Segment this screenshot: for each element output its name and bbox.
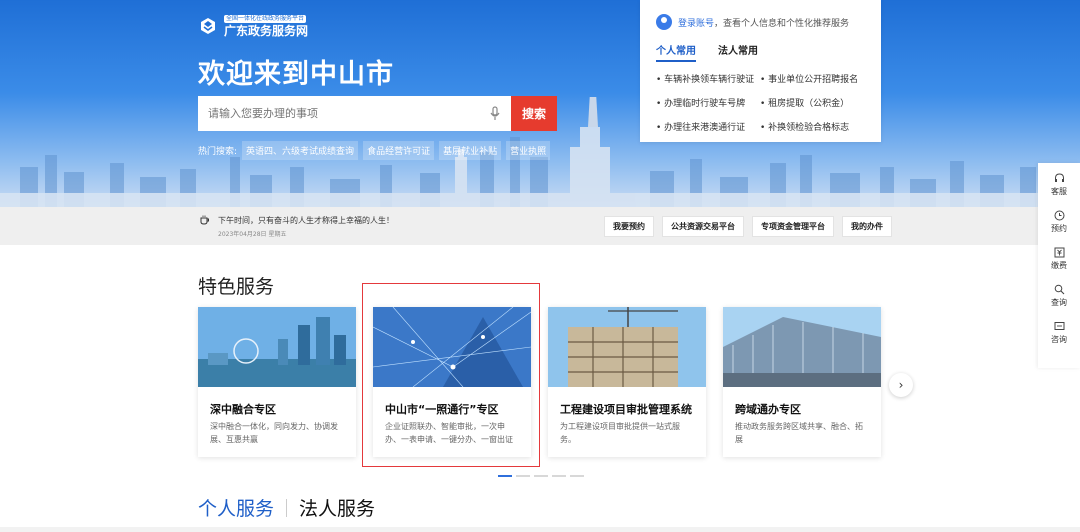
sidebar-query[interactable]: 查询 [1051, 284, 1067, 308]
carousel-pagination [498, 475, 584, 477]
fund-management-link[interactable]: 专项资金管理平台 [752, 216, 834, 237]
quick-link[interactable]: 事业单位公开招聘报名 [760, 72, 860, 85]
tab-divider [286, 498, 288, 517]
quick-link[interactable]: 车辆补换领车辆行驶证 [656, 72, 760, 85]
my-cases-link[interactable]: 我的办件 [842, 216, 892, 237]
sidebar-payment[interactable]: 缴费 [1051, 247, 1067, 271]
hot-tag[interactable]: 营业执照 [506, 141, 551, 160]
welcome-title: 欢迎来到中山市 [198, 59, 394, 90]
notice-bar: 下午时间，只有奋斗的人生才称得上幸福的人生！ 2023年04月28日 星期五 [0, 207, 1080, 245]
tab-corporate-services[interactable]: 法人服务 [299, 494, 375, 521]
right-sidebar: 客服 预约 缴费 查询 咨询 [1038, 163, 1080, 368]
tab-personal-services[interactable]: 个人服务 [198, 494, 274, 521]
card-title: 深中融合专区 [210, 403, 276, 416]
quick-links: 车辆补换领车辆行驶证 事业单位公开招聘报名 办理临时行驶车号牌 租房提取（公积金… [656, 72, 865, 133]
construction-site-image [548, 307, 706, 387]
hot-tag[interactable]: 食品经营许可证 [363, 141, 435, 160]
hot-searches-label: 热门搜索: [198, 147, 238, 157]
tab-personal-common[interactable]: 个人常用 [656, 42, 696, 62]
logo-emblem-icon [201, 18, 215, 34]
chevron-right-icon: › [898, 378, 904, 392]
message-icon [1054, 322, 1064, 330]
sidebar-label: 预约 [1051, 224, 1067, 233]
sidebar-consult[interactable]: 咨询 [1051, 321, 1067, 345]
card-description: 为工程建设项目审批提供一站式服务。 [560, 422, 680, 444]
sidebar-customer-service[interactable]: 客服 [1051, 173, 1067, 197]
search-box [198, 96, 511, 131]
sidebar-label: 咨询 [1051, 335, 1067, 344]
coffee-icon [200, 215, 209, 225]
hero-banner: 全国一体化在线政务服务平台 广东政务服务网 欢迎来到中山市 搜索 热门搜索: 英… [0, 0, 1080, 207]
logo-tagline: 全国一体化在线政务服务平台 [224, 15, 307, 23]
search-bar: 搜索 [198, 96, 557, 131]
logo-name: 广东政务服务网 [224, 24, 309, 38]
login-link[interactable]: 登录账号 [678, 19, 714, 29]
hot-searches: 热门搜索: 英语四、六级考试成绩查询 食品经营许可证 基层就业补贴 营业执照 [198, 141, 551, 160]
carousel-dot[interactable] [534, 475, 548, 477]
tab-corporate-common[interactable]: 法人常用 [718, 42, 758, 62]
quick-link[interactable]: 办理往来港澳通行证 [656, 120, 760, 133]
sidebar-appointment[interactable]: 预约 [1051, 210, 1067, 234]
microphone-icon[interactable] [489, 105, 501, 122]
search-input[interactable] [208, 107, 489, 120]
login-hint: ，查看个人信息和个性化推荐服务 [714, 18, 850, 29]
user-avatar-icon [656, 14, 672, 30]
carousel-dot[interactable] [552, 475, 566, 477]
carousel-dot[interactable] [516, 475, 530, 477]
search-icon [1054, 284, 1064, 295]
card-title: 工程建设项目审批管理系统 [560, 403, 692, 416]
city-skyline-image [198, 307, 356, 387]
selection-highlight-box [362, 283, 540, 467]
greeting-text: 下午时间，只有奋斗的人生才称得上幸福的人生！ [218, 216, 394, 225]
clock-icon [1054, 210, 1064, 221]
card-title: 跨域通办专区 [735, 403, 801, 416]
modern-building-image [723, 307, 881, 387]
carousel-dot[interactable] [570, 475, 584, 477]
card-description: 深中融合一体化，同向发力、协调发展、互惠共赢 [210, 422, 338, 444]
page: 全国一体化在线政务服务平台 广东政务服务网 欢迎来到中山市 搜索 热门搜索: 英… [0, 0, 1080, 532]
sidebar-label: 缴费 [1051, 261, 1067, 270]
appointment-link[interactable]: 我要预约 [604, 216, 654, 237]
carousel-dot[interactable] [498, 475, 512, 477]
quick-link[interactable]: 办理临时行驶车号牌 [656, 96, 760, 109]
site-logo[interactable]: 全国一体化在线政务服务平台 广东政务服务网 [198, 15, 308, 37]
headset-icon [1054, 173, 1064, 182]
quick-link[interactable]: 补换领检验合格标志 [760, 120, 860, 133]
service-card-shenzhong[interactable]: 深中融合专区 深中融合一体化，同向发力、协调发展、互惠共赢 [198, 307, 356, 457]
search-button[interactable]: 搜索 [511, 96, 557, 131]
service-type-tabs: 个人服务 法人服务 [198, 494, 375, 521]
service-card-construction[interactable]: 工程建设项目审批管理系统 为工程建设项目审批提供一站式服务。 [548, 307, 706, 457]
payment-icon [1054, 247, 1064, 258]
hot-tag[interactable]: 基层就业补贴 [439, 141, 502, 160]
bottom-divider [0, 527, 1080, 532]
sidebar-label: 查询 [1051, 298, 1067, 307]
sidebar-label: 客服 [1051, 187, 1067, 196]
service-card-cross-region[interactable]: 跨域通办专区 推动政务服务跨区域共享、融合、拓展 [723, 307, 881, 457]
carousel-next-button[interactable]: › [889, 373, 913, 397]
card-description: 推动政务服务跨区域共享、融合、拓展 [735, 422, 863, 444]
login-card: 登录账号，查看个人信息和个性化推荐服务 个人常用 法人常用 车辆补换领车辆行驶证… [640, 0, 881, 142]
current-date: 2023年04月28日 星期五 [218, 231, 287, 238]
quick-link[interactable]: 租房提取（公积金） [760, 96, 860, 109]
common-tabs: 个人常用 法人常用 [656, 42, 865, 62]
public-resource-link[interactable]: 公共资源交易平台 [662, 216, 744, 237]
featured-services-title: 特色服务 [198, 276, 275, 298]
login-prompt: 登录账号，查看个人信息和个性化推荐服务 [656, 14, 865, 30]
hot-tag[interactable]: 英语四、六级考试成绩查询 [242, 141, 359, 160]
shortcut-links: 我要预约 公共资源交易平台 专项资金管理平台 我的办件 [604, 216, 892, 237]
